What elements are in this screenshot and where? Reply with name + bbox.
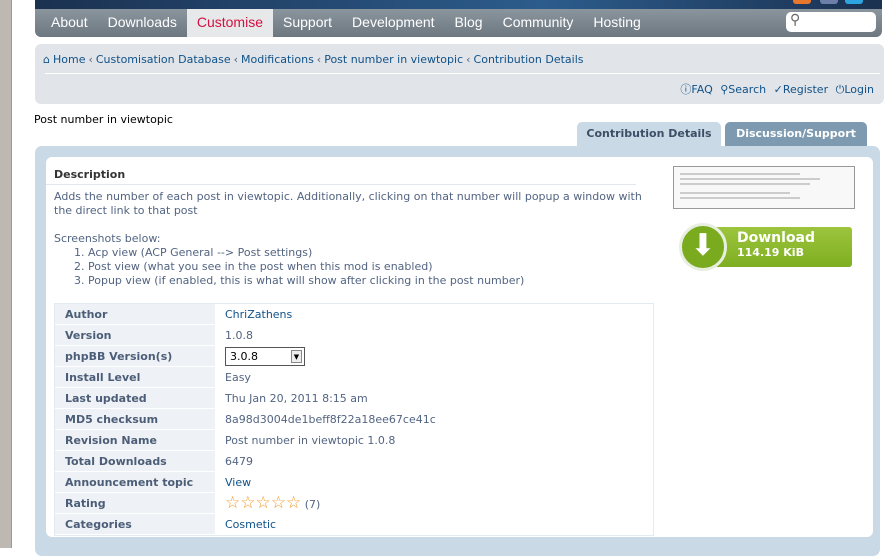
download-arrow-icon: ⬇ — [679, 223, 727, 271]
table-row: Author ChriZathens — [55, 304, 653, 325]
nav-about[interactable]: About — [41, 9, 98, 37]
star-icon[interactable]: ☆ — [271, 493, 286, 513]
table-row: Categories Cosmetic — [55, 514, 653, 535]
table-row: Version 1.0.8 — [55, 325, 653, 346]
nav-hosting[interactable]: Hosting — [583, 9, 650, 37]
announcement-link[interactable]: View — [215, 472, 653, 493]
crumb-customisation-database[interactable]: Customisation Database — [96, 53, 231, 66]
table-row: Last updated Thu Jan 20, 2011 8:15 am — [55, 388, 653, 409]
description: Adds the number of each post in viewtopi… — [54, 190, 644, 288]
nav-customise[interactable]: Customise — [186, 9, 273, 37]
select-value: 3.0.8 — [230, 349, 258, 363]
star-icon[interactable]: ☆ — [240, 493, 255, 513]
list-item: Post view (what you see in the post when… — [88, 260, 644, 274]
downloads-value: 6479 — [215, 451, 653, 472]
breadcrumb-panel: ⌂ Home ‹ Customisation Database ‹ Modificatio… — [35, 44, 884, 104]
login-icon: ⏻ — [835, 83, 845, 96]
last-updated-value: Thu Jan 20, 2011 8:15 am — [215, 388, 653, 409]
breadcrumb: ⌂ Home ‹ Customisation Database ‹ Modificatio… — [43, 53, 584, 66]
nav-blog[interactable]: Blog — [445, 9, 493, 37]
description-heading: Description — [54, 168, 126, 181]
chevron-down-icon: ▼ — [291, 349, 302, 363]
content-panel: Description Adds the number of each post… — [35, 146, 880, 556]
row-label: Total Downloads — [55, 451, 215, 472]
table-row: Revision Name Post number in viewtopic 1.… — [55, 430, 653, 451]
category-link[interactable]: Cosmetic — [215, 514, 653, 535]
row-label: Install Level — [55, 367, 215, 388]
list-item: Popup view (if enabled, this is what wil… — [88, 274, 644, 288]
user-links: ⓘFAQ ⚲Search ✓Register ⏻Login — [676, 81, 874, 97]
faq-icon: ⓘ — [680, 83, 692, 96]
author-link[interactable]: ChriZathens — [215, 304, 653, 325]
row-label: phpBB Version(s) — [55, 346, 215, 367]
star-icon[interactable]: ☆ — [286, 493, 301, 513]
download-size: 114.19 KiB — [737, 246, 804, 259]
rating-count: (7) — [304, 498, 321, 511]
list-item: Acp view (ACP General --> Post settings) — [88, 246, 644, 260]
table-row: Announcement topic View — [55, 472, 653, 493]
main-nav: About Downloads Customise Support Develo… — [35, 9, 882, 37]
screenshots-label: Screenshots below: — [54, 232, 161, 245]
tab-discussion-support[interactable]: Discussion/Support — [725, 122, 867, 146]
row-label: Last updated — [55, 388, 215, 409]
nav-community[interactable]: Community — [493, 9, 584, 37]
row-label: Revision Name — [55, 430, 215, 451]
rating-cell: ☆☆☆☆☆ (7) — [215, 493, 653, 514]
facebook-icon[interactable] — [820, 0, 838, 4]
download-button[interactable]: Download 114.19 KiB ⬇ — [679, 223, 852, 271]
table-row: Total Downloads 6479 — [55, 451, 653, 472]
screenshot-thumbnail[interactable] — [673, 166, 855, 209]
install-level-value: Easy — [215, 367, 653, 388]
description-text: Adds the number of each post in viewtopi… — [54, 190, 642, 217]
table-row: Install Level Easy — [55, 367, 653, 388]
faq-link[interactable]: FAQ — [691, 83, 712, 96]
crumb-post-number[interactable]: Post number in viewtopic — [324, 53, 463, 66]
header-banner — [35, 0, 882, 9]
content-inner: Description Adds the number of each post… — [46, 157, 873, 537]
row-label: Author — [55, 304, 215, 325]
twitter-icon[interactable] — [845, 0, 863, 4]
search-icon: ⚲ — [790, 12, 801, 28]
search-input[interactable]: ⚲ — [786, 12, 876, 32]
nav-development[interactable]: Development — [342, 9, 445, 37]
star-icon[interactable]: ☆ — [256, 493, 271, 513]
crumb-home[interactable]: Home — [53, 53, 85, 66]
rss-icon[interactable] — [793, 0, 811, 4]
page-title: Post number in viewtopic — [34, 113, 173, 126]
divider — [46, 184, 636, 185]
register-link[interactable]: Register — [783, 83, 828, 96]
details-table: Author ChriZathens Version 1.0.8 phpBB Ver… — [54, 303, 654, 536]
nav-downloads[interactable]: Downloads — [98, 9, 187, 37]
row-label: MD5 checksum — [55, 409, 215, 430]
row-label: Announcement topic — [55, 472, 215, 493]
phpbb-cell: 3.0.8 ▼ — [215, 346, 653, 367]
revision-value: Post number in viewtopic 1.0.8 — [215, 430, 653, 451]
nav-support[interactable]: Support — [273, 9, 342, 37]
login-link[interactable]: Login — [844, 83, 874, 96]
row-label: Version — [55, 325, 215, 346]
row-label: Rating — [55, 493, 215, 514]
star-icon[interactable]: ☆ — [225, 493, 240, 513]
divider — [45, 73, 880, 74]
md5-value: 8a98d3004de1beff8f22a18ee67ce41c — [215, 409, 653, 430]
download-label: Download — [737, 230, 816, 246]
tab-contribution-details[interactable]: Contribution Details — [577, 122, 721, 146]
crumb-modifications[interactable]: Modifications — [241, 53, 314, 66]
row-label: Categories — [55, 514, 215, 535]
window-edge — [0, 0, 12, 548]
search-link[interactable]: Search — [728, 83, 766, 96]
table-row: phpBB Version(s) 3.0.8 ▼ — [55, 346, 653, 367]
table-row: MD5 checksum 8a98d3004de1beff8f22a18ee67c… — [55, 409, 653, 430]
home-icon: ⌂ — [43, 53, 50, 66]
register-icon: ✓ — [773, 83, 783, 96]
phpbb-version-select[interactable]: 3.0.8 ▼ — [225, 346, 305, 366]
version-value: 1.0.8 — [215, 325, 653, 346]
table-row: Rating ☆☆☆☆☆ (7) — [55, 493, 653, 514]
crumb-contribution-details[interactable]: Contribution Details — [474, 53, 584, 66]
